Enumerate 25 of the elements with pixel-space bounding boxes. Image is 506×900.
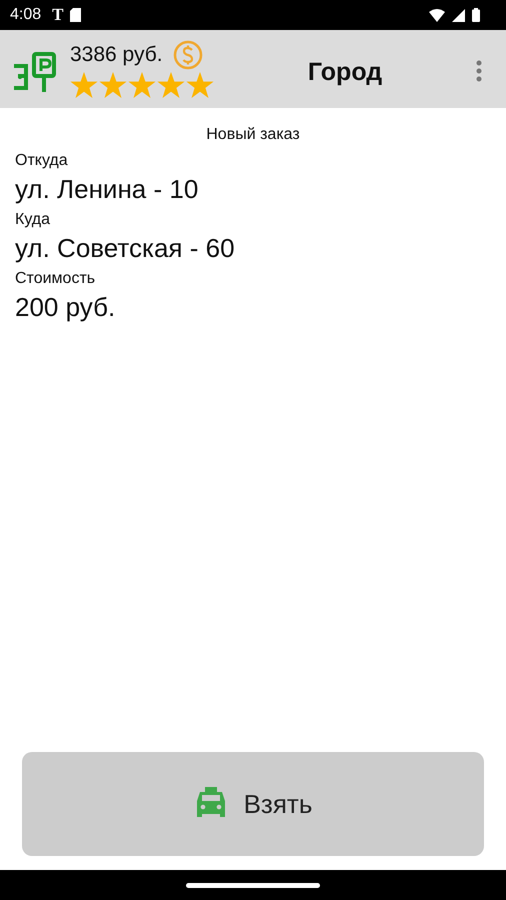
sd-card-icon [70,8,82,22]
carrier-text: T [52,5,64,25]
status-time: 4:08 [10,6,42,24]
order-heading: Новый заказ [205,126,301,144]
star-icon [70,72,98,98]
balance-text: 3386 руб. [70,43,163,67]
parking-sign-icon [12,52,58,92]
field-label: Откуда [15,152,69,170]
field-value: ул. Ленина - 10 [15,174,200,205]
star-icon [157,72,185,98]
home-handle[interactable] [186,882,320,888]
screen-title: Город [306,58,384,86]
wifi-icon [429,8,445,22]
field-label: Стоимость [15,270,96,288]
more-options-icon[interactable] [476,60,482,82]
star-icon [186,72,214,98]
field-value: 200 руб. [15,292,116,323]
dollar-coin-icon [172,40,203,70]
battery-icon [472,8,480,22]
signal-icon [452,8,465,22]
take-order-button[interactable]: Взять [22,752,484,856]
field-value: ул. Советская - 60 [15,233,236,264]
star-icon [99,72,127,98]
field-label: Куда [15,211,52,229]
star-icon [128,72,156,98]
